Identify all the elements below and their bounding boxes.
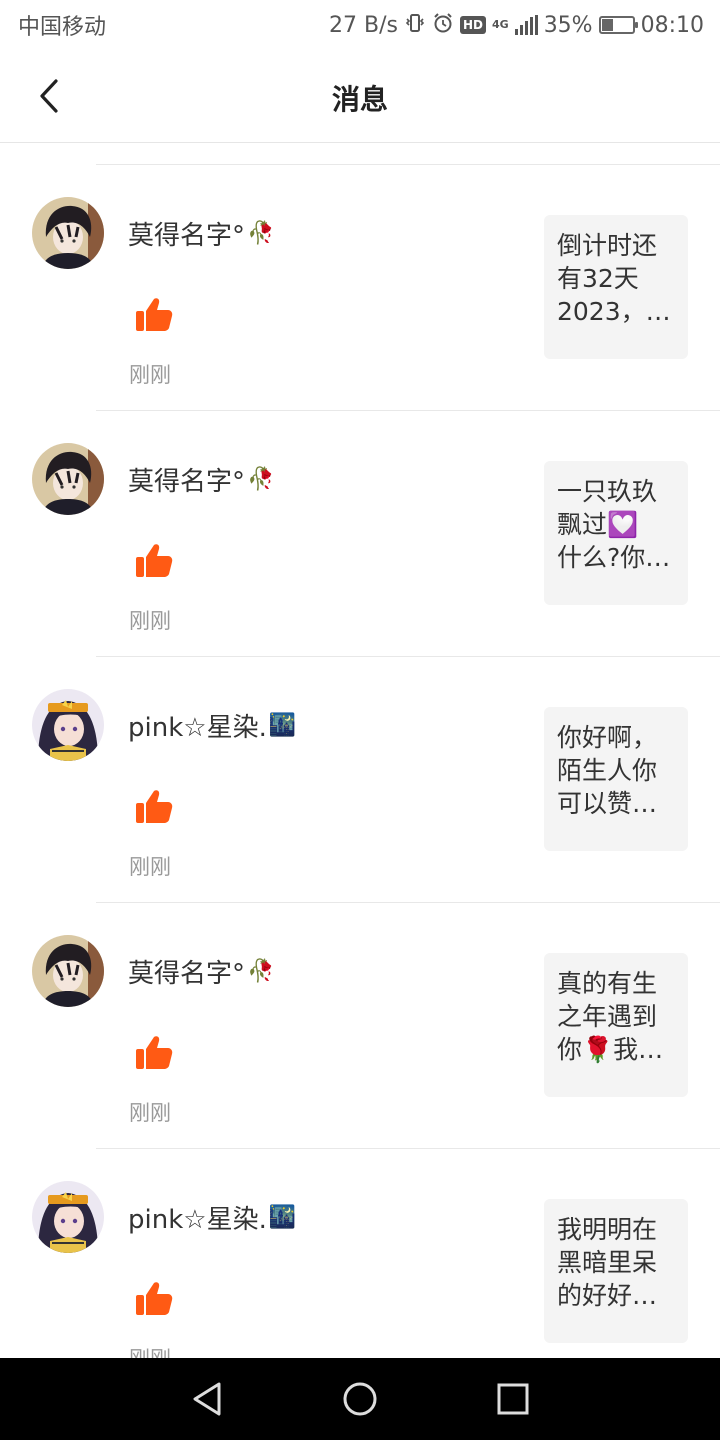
quoted-post-card[interactable]: 一只玖玖飘过💟 什么?你… <box>544 461 688 605</box>
quoted-post-card[interactable]: 我明明在黑暗里呆的好好… <box>544 1199 688 1343</box>
notification-list[interactable]: 莫得名字° 🥀 刚刚 倒计时还 有32天 2023，… 莫得名字° 🥀 刚刚 一只玖玖 飘过💟 什么?… <box>0 144 720 1358</box>
username[interactable]: pink☆星染. 🌃 <box>128 707 296 744</box>
signal-icon <box>514 15 538 35</box>
quote-line: 一只玖玖 <box>557 477 658 506</box>
clock: 08:10 <box>640 12 704 38</box>
avatar[interactable] <box>32 197 104 269</box>
notification-item[interactable]: 莫得名字° 🥀 刚刚 真的有生之年遇到你🌹我… <box>0 903 720 1149</box>
status-bar: 中国移动 27 B/s HD 4G 35% 08:10 <box>0 0 720 50</box>
timestamp: 刚刚 <box>129 363 171 387</box>
timestamp: 刚刚 <box>129 1101 171 1125</box>
quote-line: 有32天 <box>557 264 639 293</box>
quoted-post-card[interactable]: 真的有生之年遇到你🌹我… <box>544 953 688 1097</box>
username-text: pink☆星染. <box>128 713 267 743</box>
home-circle-icon <box>343 1382 377 1416</box>
quote-line: 2023，… <box>557 297 671 326</box>
battery-icon <box>598 16 638 34</box>
username-text: pink☆星染. <box>128 1205 267 1235</box>
notification-item[interactable]: 莫得名字° 🥀 刚刚 倒计时还有32天 2023，… <box>0 165 720 411</box>
timestamp: 刚刚 <box>129 855 171 879</box>
network-type: 4G <box>492 17 509 31</box>
avatar[interactable] <box>32 443 104 515</box>
quoted-post-card[interactable]: 倒计时还有32天 2023，… <box>544 215 688 359</box>
timestamp: 刚刚 <box>129 609 171 633</box>
thumbs-up-icon <box>134 541 174 581</box>
quote-line: 可以赞… <box>557 789 658 818</box>
name-emoji: 🥀 <box>247 959 275 984</box>
system-recents-button[interactable] <box>483 1369 543 1429</box>
net-speed: 27 B/s <box>329 12 398 38</box>
battery-percent: 35% <box>543 12 593 38</box>
username[interactable]: 莫得名字° 🥀 <box>128 215 274 252</box>
timestamp: 刚刚 <box>129 1343 171 1358</box>
quote-line: 我明明在 <box>557 1215 658 1244</box>
notification-item[interactable]: pink☆星染.🌃 刚刚 我明明在黑暗里呆的好好… <box>0 1149 720 1358</box>
vibrate-icon <box>404 12 426 39</box>
avatar[interactable] <box>32 935 104 1007</box>
name-emoji: 🌃 <box>268 1205 297 1230</box>
username[interactable]: 莫得名字° 🥀 <box>128 953 274 990</box>
avatar[interactable] <box>32 1181 104 1253</box>
recents-square-icon <box>497 1383 529 1415</box>
notification-item[interactable]: pink☆星染. 🌃 刚刚 你好啊， 陌生人你可以赞… <box>0 657 720 903</box>
page-title: 消息 <box>331 83 388 116</box>
hd-icon: HD <box>459 16 486 34</box>
name-emoji: 🥀 <box>247 221 275 246</box>
quote-line: 真的有生 <box>557 969 658 998</box>
quote-line: 什么?你… <box>557 543 671 572</box>
quote-line: 黑暗里呆 <box>557 1248 658 1277</box>
quote-line: 之年遇到 <box>557 1002 658 1031</box>
system-home-button[interactable] <box>330 1369 390 1429</box>
quote-line: 倒计时还 <box>557 231 658 260</box>
name-emoji: 🌃 <box>268 713 297 738</box>
quote-line: 你🌹我… <box>557 1035 664 1064</box>
username-text: 莫得名字° <box>128 221 246 251</box>
quoted-post-card[interactable]: 你好啊， 陌生人你可以赞… <box>544 707 688 851</box>
thumbs-up-icon <box>134 787 174 827</box>
name-emoji: 🥀 <box>247 467 275 492</box>
thumbs-up-icon <box>134 1279 174 1319</box>
quote-line: 你好啊， <box>557 723 658 752</box>
username-text: 莫得名字° <box>128 467 246 497</box>
carrier-label: 中国移动 <box>18 15 107 40</box>
back-triangle-icon <box>193 1382 221 1416</box>
thumbs-up-icon <box>134 1033 174 1073</box>
notification-item[interactable]: 莫得名字° 🥀 刚刚 一只玖玖飘过💟 什么?你… <box>0 411 720 657</box>
username[interactable]: 莫得名字° 🥀 <box>128 461 274 498</box>
system-nav-bar <box>0 1358 720 1440</box>
status-indicators: 27 B/s HD 4G 35% 08:10 <box>329 12 704 39</box>
thumbs-up-icon <box>134 295 174 335</box>
username[interactable]: pink☆星染. 🌃 <box>128 1199 296 1236</box>
quote-line: 的好好… <box>557 1281 658 1310</box>
nav-bar: 消息 <box>0 50 720 143</box>
quote-line: 飘过💟 <box>557 510 639 539</box>
alarm-icon <box>432 12 454 39</box>
quote-line: 陌生人你 <box>557 756 658 785</box>
system-back-button[interactable] <box>177 1369 237 1429</box>
avatar[interactable] <box>32 689 104 761</box>
username-text: 莫得名字° <box>128 959 246 989</box>
